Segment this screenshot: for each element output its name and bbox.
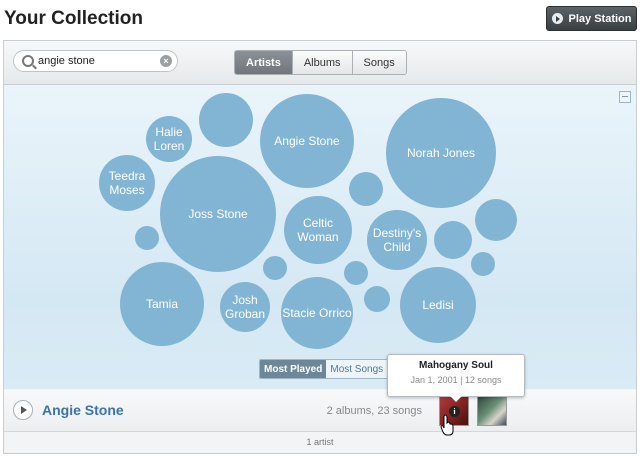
bubble-norah-jones[interactable]: Norah Jones <box>386 98 496 208</box>
bubble-halie-loren[interactable]: Halie Loren <box>146 116 192 162</box>
bubble-artist[interactable] <box>263 256 287 280</box>
collapse-icon[interactable] <box>619 91 631 103</box>
bubble-teedra-moses[interactable]: Teedra Moses <box>99 155 155 211</box>
artist-counts: 2 albums, 23 songs <box>326 405 422 417</box>
page-title: Your Collection <box>4 8 143 29</box>
artist-row[interactable]: Angie Stone 2 albums, 23 songs i <box>4 390 636 432</box>
bubble-artist[interactable] <box>475 199 517 241</box>
hand-cursor-icon <box>440 414 454 436</box>
play-icon[interactable] <box>13 400 33 420</box>
bubble-artist[interactable] <box>344 261 368 285</box>
collection-panel: × Artists Albums Songs Halie Loren Angie… <box>3 40 637 454</box>
sort-toggle: Most Played Most Songs <box>259 359 389 379</box>
bubble-stacie-orrico[interactable]: Stacie Orrico <box>281 277 353 349</box>
bubble-josh-groban[interactable]: Josh Groban <box>220 282 270 332</box>
play-station-button[interactable]: Play Station <box>546 6 637 31</box>
play-station-label: Play Station <box>568 12 632 25</box>
artist-name-link[interactable]: Angie Stone <box>42 402 124 418</box>
bubble-artist[interactable] <box>135 226 159 250</box>
artist-bubble-chart: Halie Loren Angie Stone Norah Jones Teed… <box>4 85 636 389</box>
bubble-artist[interactable] <box>471 252 495 276</box>
album-thumbnail[interactable] <box>477 396 507 426</box>
bubble-artist[interactable] <box>364 286 390 312</box>
tab-songs[interactable]: Songs <box>351 51 406 74</box>
album-tooltip: Mahogany Soul Jan 1, 2001 | 12 songs <box>387 354 525 402</box>
bubble-celtic-woman[interactable]: Celtic Woman <box>284 196 352 264</box>
search-box[interactable]: × <box>13 50 178 72</box>
bubble-artist[interactable] <box>349 172 383 206</box>
tooltip-album-details: Jan 1, 2001 | 12 songs <box>410 375 502 385</box>
search-icon <box>22 55 34 67</box>
bubble-artist[interactable] <box>434 221 472 259</box>
bubble-joss-stone[interactable]: Joss Stone <box>160 156 276 272</box>
tab-artists[interactable]: Artists <box>235 51 292 74</box>
bubble-destinys-child[interactable]: Destiny's Child <box>367 210 427 270</box>
sort-most-songs[interactable]: Most Songs <box>326 360 388 378</box>
bubble-angie-stone[interactable]: Angie Stone <box>260 94 354 188</box>
search-input[interactable] <box>38 53 156 69</box>
bubble-artist[interactable] <box>199 93 253 147</box>
bubble-tamia[interactable]: Tamia <box>120 262 204 346</box>
view-tabs: Artists Albums Songs <box>234 50 407 75</box>
clear-search-icon[interactable]: × <box>160 55 172 67</box>
result-count: 1 artist <box>306 437 334 447</box>
tab-albums[interactable]: Albums <box>291 51 352 74</box>
play-icon <box>551 13 563 24</box>
toolbar: × Artists Albums Songs <box>4 41 636 85</box>
tooltip-album-title: Mahogany Soul <box>419 360 493 371</box>
sort-most-played[interactable]: Most Played <box>260 360 327 378</box>
bubble-ledisi[interactable]: Ledisi <box>400 267 476 343</box>
